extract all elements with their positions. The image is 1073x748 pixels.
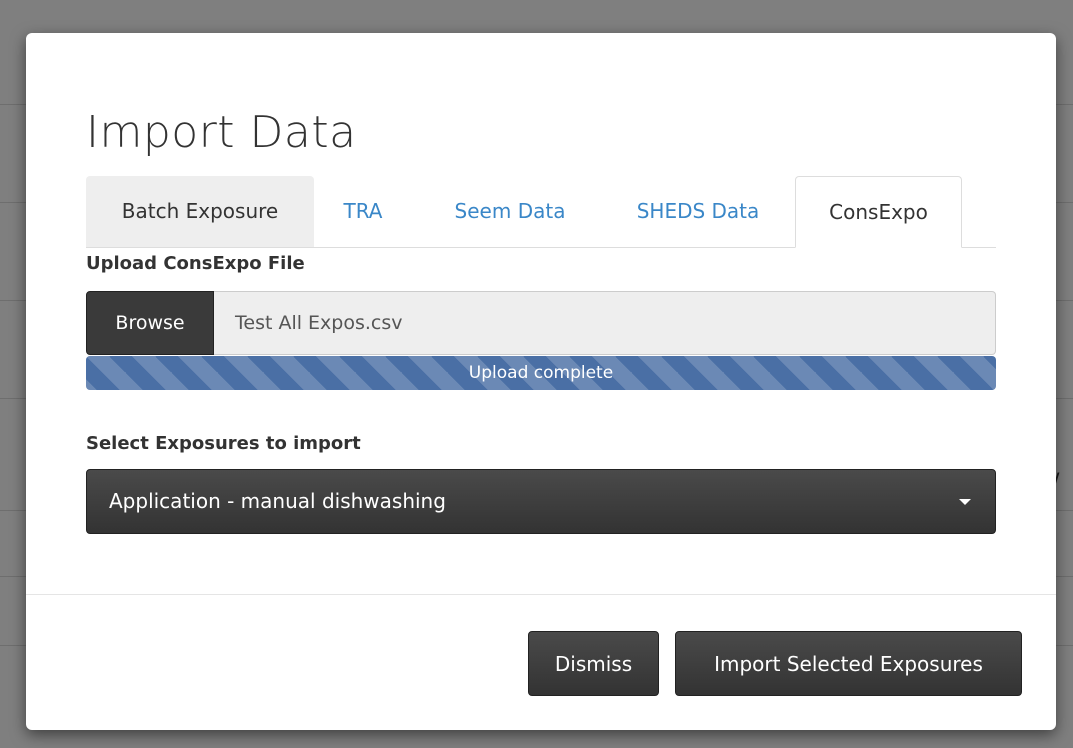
upload-file-label: Upload ConsExpo File	[86, 253, 305, 274]
file-name-field[interactable]: Test All Expos.csv	[214, 291, 996, 355]
exposures-select-value: Application - manual dishwashing	[109, 489, 446, 513]
exposures-select[interactable]: Application - manual dishwashing	[86, 469, 996, 534]
import-selected-exposures-button[interactable]: Import Selected Exposures	[675, 631, 1022, 696]
upload-progress-bar: Upload complete	[86, 356, 996, 390]
modal-footer-divider	[26, 594, 1056, 595]
modal-title: Import Data	[86, 107, 357, 158]
tab-seem-data[interactable]: Seem Data	[430, 176, 590, 247]
select-exposures-label: Select Exposures to import	[86, 433, 361, 454]
import-tabs: Batch Exposure TRA Seem Data SHEDS Data …	[86, 176, 996, 248]
tab-consexpo[interactable]: ConsExpo	[795, 176, 962, 248]
browse-button[interactable]: Browse	[86, 291, 214, 355]
caret-down-icon	[959, 499, 971, 505]
tab-tra[interactable]: TRA	[328, 176, 398, 247]
dismiss-button[interactable]: Dismiss	[528, 631, 659, 696]
file-upload-group: Browse Test All Expos.csv	[86, 291, 996, 355]
tab-batch-exposure[interactable]: Batch Exposure	[86, 176, 314, 247]
import-data-modal: Import Data Batch Exposure TRA Seem Data…	[26, 33, 1056, 730]
tab-sheds-data[interactable]: SHEDS Data	[616, 176, 780, 247]
upload-progress: Upload complete	[86, 356, 996, 390]
